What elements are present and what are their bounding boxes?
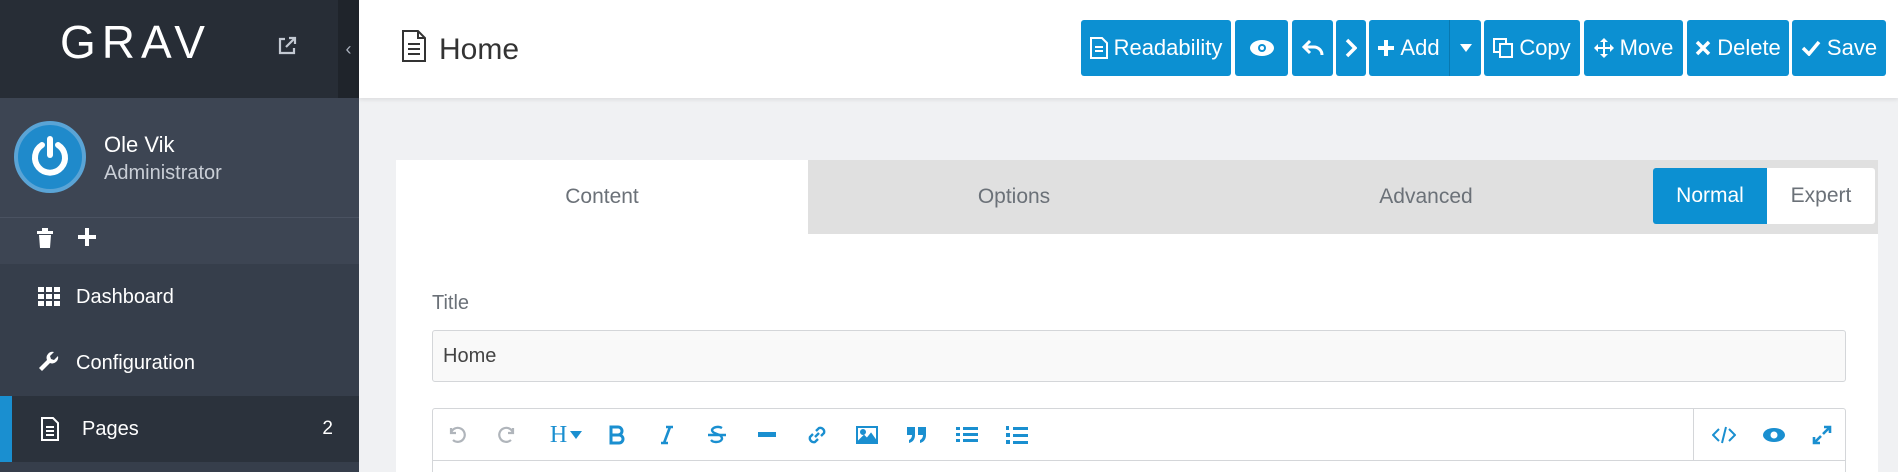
sidebar-item-pages[interactable]: Pages 2: [0, 396, 359, 462]
horizontal-rule-icon[interactable]: [753, 421, 781, 449]
preview-button[interactable]: [1235, 20, 1288, 76]
user-role: Administrator: [104, 162, 222, 184]
image-icon[interactable]: [853, 421, 881, 449]
svg-text:GRAV: GRAV: [60, 22, 210, 62]
wrench-icon: [38, 351, 60, 379]
next-button[interactable]: [1336, 20, 1366, 76]
title-label: Title: [432, 292, 470, 314]
active-indicator: [0, 396, 12, 462]
page-title: Home: [401, 30, 519, 70]
user-panel: Ole Vik Administrator: [0, 98, 359, 218]
strikethrough-icon[interactable]: [703, 421, 731, 449]
chevron-right-icon: [1345, 38, 1357, 58]
logo-bar: GRAV: [0, 0, 359, 98]
redo-icon[interactable]: [493, 421, 521, 449]
fullscreen-icon[interactable]: [1808, 421, 1836, 449]
editor-toolbar: H: [433, 409, 1845, 461]
italic-icon[interactable]: [653, 421, 681, 449]
undo-arrow-icon: [1301, 39, 1323, 56]
add-label: Add: [1400, 35, 1440, 60]
preview-eye-icon[interactable]: [1760, 421, 1788, 449]
sidebar-item-dashboard[interactable]: Dashboard: [0, 264, 359, 330]
readability-button[interactable]: Readability: [1081, 20, 1231, 76]
sidebar-item-label: Pages: [82, 417, 139, 440]
tab-options[interactable]: Options: [808, 160, 1220, 234]
move-label: Move: [1619, 35, 1674, 60]
bullet-list-icon[interactable]: [953, 421, 981, 449]
add-button[interactable]: Add: [1369, 20, 1449, 76]
page-title-text: Home: [439, 33, 520, 66]
move-button[interactable]: Move: [1584, 20, 1683, 76]
tab-bar: Content Options Advanced Normal Expert: [396, 160, 1878, 234]
copy-button[interactable]: Copy: [1484, 20, 1580, 76]
page-editor-card: Content Options Advanced Normal Expert T…: [396, 160, 1878, 472]
caret-down-icon: [570, 431, 583, 439]
title-input[interactable]: [432, 330, 1846, 382]
bold-icon[interactable]: [603, 421, 631, 449]
avatar[interactable]: [14, 121, 86, 193]
grid-icon: [38, 285, 60, 313]
copy-label: Copy: [1519, 35, 1571, 60]
caret-down-icon: [1459, 44, 1472, 52]
save-button[interactable]: Save: [1792, 20, 1886, 76]
close-icon: [1695, 40, 1711, 56]
heading-icon: H: [549, 421, 568, 448]
save-label: Save: [1826, 35, 1878, 60]
add-dropdown-button[interactable]: [1449, 20, 1481, 76]
undo-icon[interactable]: [443, 421, 471, 449]
tab-advanced[interactable]: Advanced: [1220, 160, 1632, 234]
grav-logo[interactable]: GRAV: [60, 16, 210, 68]
quick-actions: [0, 218, 359, 264]
mode-expert-button[interactable]: Expert: [1767, 168, 1875, 224]
trash-icon[interactable]: [36, 228, 54, 254]
document-icon: [401, 30, 427, 70]
check-icon: [1801, 40, 1821, 56]
delete-label: Delete: [1717, 35, 1781, 60]
code-view-icon[interactable]: [1710, 421, 1738, 449]
copy-icon: [1493, 38, 1514, 58]
user-name[interactable]: Ole Vik: [104, 132, 175, 158]
eye-icon: [1249, 40, 1274, 56]
sidebar-item-configuration[interactable]: Configuration: [0, 330, 359, 396]
plus-icon[interactable]: [78, 228, 96, 252]
readability-label: Readability: [1113, 35, 1223, 60]
sidebar-item-label: Configuration: [76, 351, 195, 374]
sidebar-collapse-toggle[interactable]: ‹: [338, 0, 359, 98]
delete-button[interactable]: Delete: [1687, 20, 1789, 76]
tab-content[interactable]: Content: [396, 160, 808, 234]
quote-icon[interactable]: [903, 421, 931, 449]
sidebar: GRAV ‹ Ole Vik Administrator Dashboard C…: [0, 0, 359, 472]
back-button[interactable]: [1292, 20, 1333, 76]
sidebar-item-label: Dashboard: [76, 285, 174, 308]
editor-toolbar-right: [1693, 409, 1845, 461]
heading-dropdown[interactable]: H: [543, 421, 589, 449]
top-bar: Home Readability Add Copy Move Delete Sa…: [359, 0, 1898, 98]
plus-icon: [1378, 40, 1395, 56]
file-icon: [40, 417, 60, 447]
markdown-editor[interactable]: H: [432, 408, 1846, 472]
move-arrows-icon: [1593, 38, 1614, 58]
file-text-icon: [1089, 37, 1108, 59]
external-link-icon[interactable]: [276, 35, 298, 62]
mode-normal-button[interactable]: Normal: [1653, 168, 1767, 224]
pages-count-badge: 2: [322, 418, 333, 439]
numbered-list-icon[interactable]: [1003, 421, 1031, 449]
link-icon[interactable]: [803, 421, 831, 449]
